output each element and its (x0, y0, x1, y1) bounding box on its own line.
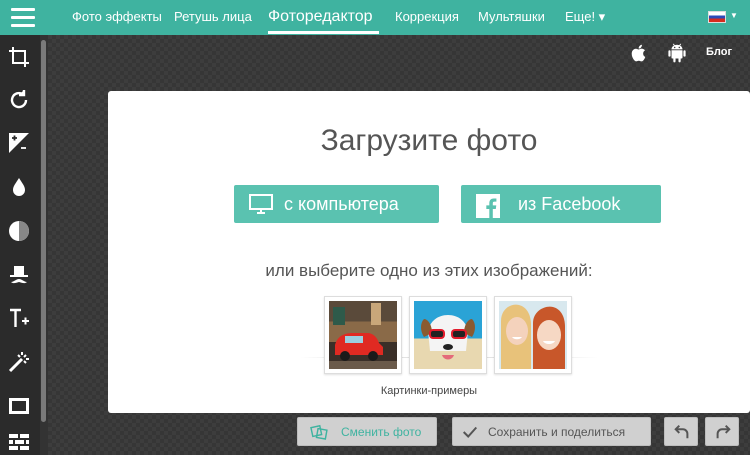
save-share-label: Сохранить и поделиться (488, 425, 626, 439)
nav-photo-editor[interactable]: Фоторедактор (268, 0, 373, 35)
save-share-button[interactable]: Сохранить и поделиться (452, 417, 651, 446)
upload-from-facebook-label: из Facebook (518, 194, 621, 214)
frame-icon[interactable] (4, 391, 34, 421)
top-navigation: Фото эффекты Ретушь лица Фоторедактор Ко… (0, 0, 750, 35)
contrast-icon[interactable] (4, 216, 34, 246)
toolbar-scrollbar-thumb[interactable] (41, 40, 46, 422)
change-photo-button[interactable]: Сменить фото (297, 417, 437, 446)
monitor-icon (249, 194, 273, 214)
upload-from-facebook-button[interactable]: из Facebook (461, 185, 661, 223)
sample-image-car[interactable] (324, 296, 402, 374)
upload-from-computer-label: с компьютера (284, 194, 399, 214)
sample-image-dog[interactable] (409, 296, 487, 374)
upload-dialog: Загрузите фото с компьютера из Facebook … (108, 91, 750, 413)
upload-title: Загрузите фото (320, 124, 538, 157)
undo-icon (673, 423, 691, 441)
chevron-down-icon[interactable]: ▼ (730, 11, 738, 20)
nav-photo-effects[interactable]: Фото эффекты (72, 0, 162, 35)
magic-wand-icon[interactable] (4, 347, 34, 377)
exposure-icon[interactable] (4, 128, 34, 158)
android-icon[interactable] (666, 42, 688, 64)
blog-link[interactable]: Блог (706, 46, 732, 58)
hat-mustache-icon[interactable] (4, 260, 34, 290)
sample-image-girls[interactable] (494, 296, 572, 374)
redo-button[interactable] (705, 417, 739, 446)
undo-button[interactable] (664, 417, 698, 446)
choose-sample-text: или выберите одно из этих изображений: (265, 261, 593, 280)
menu-icon[interactable] (0, 0, 46, 35)
nav-correction[interactable]: Коррекция (395, 0, 459, 35)
check-icon (461, 423, 479, 441)
facebook-icon (476, 194, 500, 218)
text-icon[interactable] (4, 303, 34, 333)
rotate-icon[interactable] (4, 85, 34, 115)
apple-icon[interactable] (628, 42, 650, 64)
drop-icon[interactable] (4, 172, 34, 202)
nav-face-retouch[interactable]: Ретушь лица (174, 0, 252, 35)
upload-from-computer-button[interactable]: с компьютера (234, 185, 439, 223)
nav-cartoons[interactable]: Мультяшки (478, 0, 545, 35)
samples-label: Картинки-примеры (380, 385, 478, 397)
crop-icon[interactable] (4, 42, 34, 72)
texture-icon[interactable] (4, 427, 34, 455)
tools-sidebar (0, 35, 40, 455)
redo-icon (714, 423, 732, 441)
change-photo-label: Сменить фото (341, 425, 422, 439)
image-swap-icon (310, 423, 328, 441)
nav-more[interactable]: Еще! ▾ (565, 0, 605, 35)
active-tab-indicator (268, 31, 379, 34)
language-flag-icon[interactable] (708, 11, 726, 23)
